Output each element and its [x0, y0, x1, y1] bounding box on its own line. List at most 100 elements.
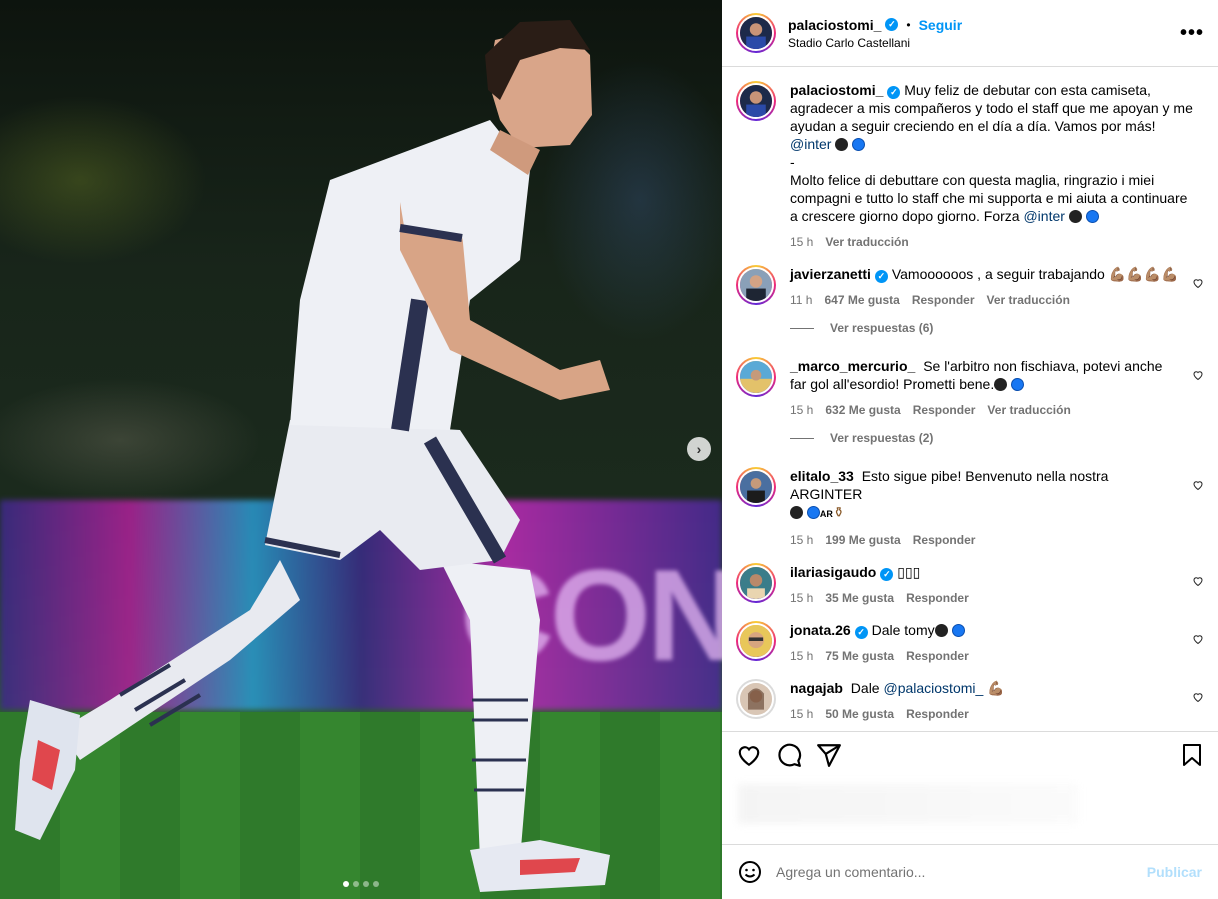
comment-likes[interactable]: 50 Me gusta	[825, 705, 894, 723]
reply-button[interactable]: Responder	[913, 531, 976, 549]
blue-heart-icon	[951, 624, 965, 637]
reply-button[interactable]: Responder	[912, 291, 975, 309]
view-replies-label: Ver respuestas (2)	[830, 431, 934, 445]
comment-likes[interactable]: 35 Me gusta	[825, 589, 894, 607]
caption: palaciostomi_ ✓ Muy feliz de debutar con …	[736, 81, 1204, 251]
like-comment-heart-icon[interactable]	[1192, 479, 1204, 491]
commenter-username[interactable]: nagajab	[790, 680, 843, 696]
blue-circle-icon	[852, 138, 866, 151]
comment-item: elitalo_33 Esto sigue pibe! Benvenuto ne…	[736, 467, 1204, 549]
comment-text: Dale	[850, 680, 880, 696]
carousel-dot	[373, 881, 379, 887]
verified-icon: ✓	[887, 85, 901, 99]
next-slide-button[interactable]: ›	[687, 437, 711, 461]
post-header: palaciostomi_ ✓ • Seguir Stadio Carlo Ca…	[722, 0, 1218, 67]
flag-argentina-icon: AR	[819, 509, 833, 519]
author-avatar[interactable]	[736, 13, 776, 53]
add-comment-input[interactable]	[776, 864, 1147, 880]
comment-item: javierzanetti ✓ Vamoooooos , a seguir tra…	[736, 265, 1204, 309]
black-circle-icon	[1068, 210, 1082, 223]
like-comment-heart-icon[interactable]	[1192, 369, 1204, 381]
save-bookmark-icon[interactable]	[1180, 743, 1204, 767]
verified-icon: ✓	[854, 625, 868, 639]
caption-dash: -	[790, 154, 795, 170]
comment-item: _marco_mercurio_ Se l'arbitro non fischi…	[736, 357, 1204, 419]
black-circle-icon	[790, 506, 803, 519]
comment-time[interactable]: 15 h	[790, 647, 813, 665]
verified-icon: ✓	[885, 18, 899, 31]
post-actions	[722, 731, 1218, 844]
separator-dot: •	[906, 17, 911, 32]
share-paper-plane-icon[interactable]	[816, 742, 842, 768]
like-comment-heart-icon[interactable]	[1192, 277, 1204, 289]
player-figure	[15, 20, 610, 892]
commenter-avatar[interactable]	[736, 621, 776, 661]
black-heart-icon	[934, 624, 948, 637]
comment-time[interactable]: 15 h	[790, 531, 813, 549]
blue-circle-icon	[806, 506, 820, 519]
comments-list[interactable]: palaciostomi_ ✓ Muy feliz de debutar con …	[722, 67, 1218, 731]
commenter-username[interactable]: jonata.26	[790, 622, 851, 638]
comment-likes[interactable]: 647 Me gusta	[824, 291, 899, 309]
comment-likes[interactable]: 199 Me gusta	[825, 531, 900, 549]
commenter-avatar[interactable]	[736, 563, 776, 603]
black-heart-icon	[994, 378, 1008, 391]
like-comment-heart-icon[interactable]	[1192, 575, 1204, 587]
caption-avatar[interactable]	[736, 81, 776, 121]
caption-time[interactable]: 15 h	[790, 233, 813, 251]
post-sidebar: palaciostomi_ ✓ • Seguir Stadio Carlo Ca…	[722, 0, 1218, 899]
location-link[interactable]: Stadio Carlo Castellani	[788, 36, 1180, 50]
commenter-avatar[interactable]	[736, 265, 776, 305]
like-comment-heart-icon[interactable]	[1192, 633, 1204, 645]
reply-button[interactable]: Responder	[913, 401, 976, 419]
mention-link[interactable]: @inter	[790, 136, 831, 152]
verified-icon: ✓	[880, 567, 894, 581]
commenter-username[interactable]: javierzanetti	[790, 266, 871, 282]
flexed-biceps-icon: 💪🏽	[987, 680, 1005, 696]
comment-likes[interactable]: 632 Me gusta	[825, 401, 900, 419]
commenter-username[interactable]: ilariasigaudo	[790, 564, 876, 580]
translate-link[interactable]: Ver traducción	[987, 401, 1070, 419]
caption-text-it: Molto felice di debuttare con questa mag…	[790, 172, 1188, 224]
like-heart-icon[interactable]	[736, 742, 762, 768]
commenter-avatar[interactable]	[736, 467, 776, 507]
post-image[interactable]: CON ›	[0, 0, 722, 899]
like-comment-heart-icon[interactable]	[1192, 691, 1204, 703]
mention-link[interactable]: @palaciostomi_	[883, 680, 983, 696]
comment-item: jonata.26 ✓ Dale tomy 15 h 75 Me gusta Re…	[736, 621, 1204, 665]
comment-time[interactable]: 11 h	[790, 291, 812, 309]
commenter-username[interactable]: _marco_mercurio_	[790, 358, 915, 374]
comment-text: Vamoooooos , a seguir trabajando	[891, 266, 1105, 282]
translate-link[interactable]: Ver traducción	[987, 291, 1070, 309]
comment-time[interactable]: 15 h	[790, 401, 813, 419]
view-replies-label: Ver respuestas (6)	[830, 321, 934, 335]
comment-time[interactable]: 15 h	[790, 705, 813, 723]
mention-link[interactable]: @inter	[1023, 208, 1064, 224]
reply-button[interactable]: Responder	[906, 647, 969, 665]
instagram-post: CON › palaciostomi_ ✓ • Seguir Stadio Ca…	[0, 0, 1218, 899]
view-replies-button[interactable]: Ver respuestas (2)	[790, 431, 1204, 445]
emoji-picker-icon[interactable]	[738, 860, 762, 884]
comment-item: ilariasigaudo ✓ ▯▯▯ 15 h 35 Me gusta Resp…	[736, 563, 1204, 607]
comment-time[interactable]: 15 h	[790, 589, 813, 607]
carousel-dot	[353, 881, 359, 887]
comment-bubble-icon[interactable]	[776, 742, 802, 768]
view-replies-button[interactable]: Ver respuestas (6)	[790, 321, 1204, 335]
commenter-avatar[interactable]	[736, 679, 776, 719]
comment-likes[interactable]: 75 Me gusta	[825, 647, 894, 665]
comment-text: Dale tomy	[871, 622, 935, 638]
author-username[interactable]: palaciostomi_	[788, 17, 881, 33]
commenter-username[interactable]: elitalo_33	[790, 468, 854, 484]
translate-link[interactable]: Ver traducción	[825, 233, 908, 251]
commenter-avatar[interactable]	[736, 357, 776, 397]
carousel-dots	[0, 881, 722, 887]
reply-button[interactable]: Responder	[906, 705, 969, 723]
follow-button[interactable]: Seguir	[919, 17, 963, 33]
reply-button[interactable]: Responder	[906, 589, 969, 607]
publish-button[interactable]: Publicar	[1147, 864, 1202, 880]
carousel-dot	[363, 881, 369, 887]
carousel-dot	[343, 881, 349, 887]
more-options-icon[interactable]: •••	[1180, 22, 1204, 45]
flexed-biceps-icon: 💪🏽💪🏽💪🏽💪🏽	[1108, 266, 1179, 282]
caption-username[interactable]: palaciostomi_	[790, 82, 883, 98]
